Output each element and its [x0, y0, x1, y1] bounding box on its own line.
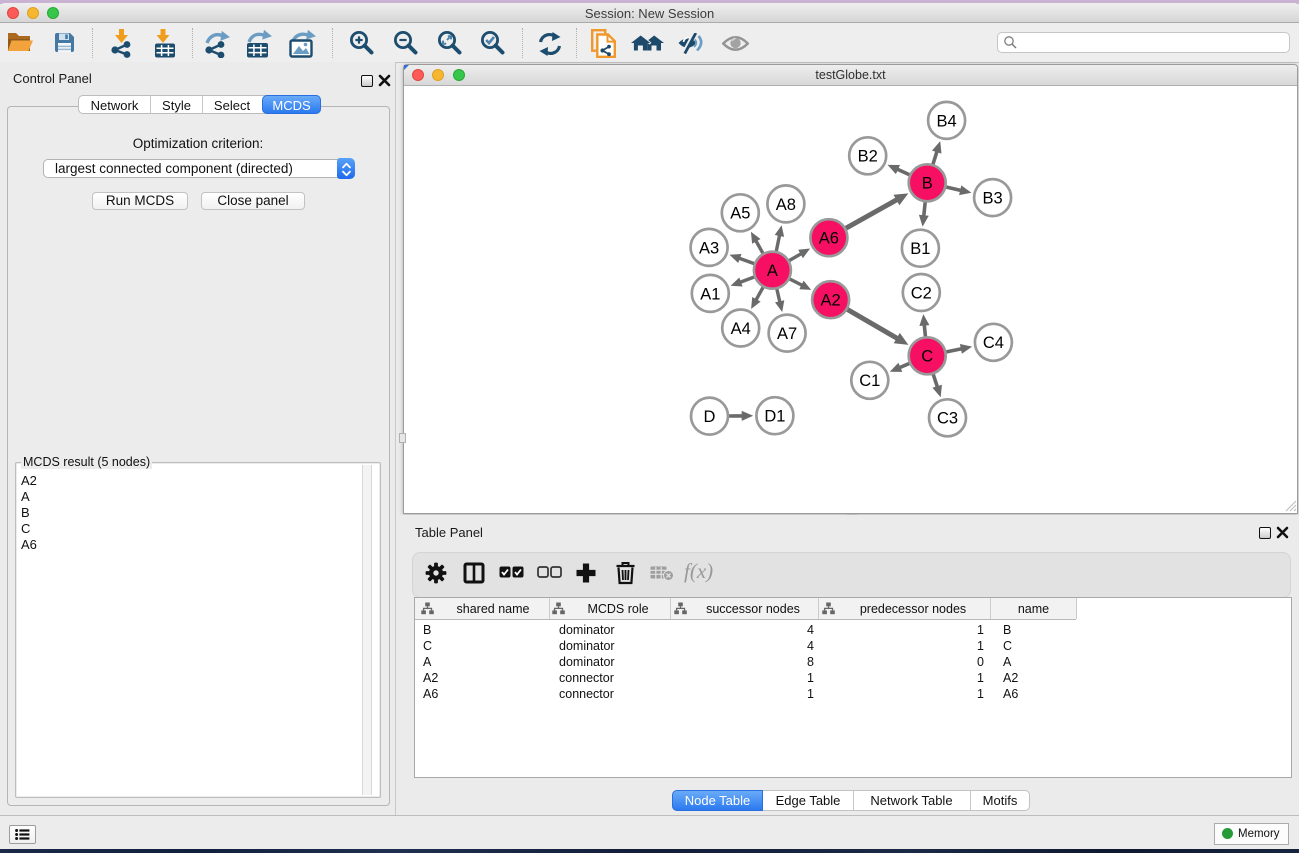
svg-text:B: B: [922, 175, 933, 193]
svg-text:A3: A3: [699, 239, 719, 257]
svg-text:D: D: [704, 408, 716, 426]
svg-text:D1: D1: [764, 408, 785, 426]
svg-text:A1: A1: [700, 285, 720, 303]
svg-text:A8: A8: [776, 196, 796, 214]
svg-text:C1: C1: [859, 372, 880, 390]
svg-text:C3: C3: [937, 410, 958, 428]
svg-text:A7: A7: [777, 325, 797, 343]
svg-text:A: A: [767, 262, 778, 280]
svg-text:C: C: [921, 348, 933, 366]
svg-text:B1: B1: [910, 240, 930, 258]
svg-text:A4: A4: [731, 320, 751, 338]
svg-text:A2: A2: [821, 292, 841, 310]
svg-text:C2: C2: [911, 284, 932, 302]
svg-text:A6: A6: [819, 230, 839, 248]
svg-text:A5: A5: [730, 205, 750, 223]
svg-text:B2: B2: [858, 148, 878, 166]
svg-text:B3: B3: [983, 190, 1003, 208]
svg-text:B4: B4: [937, 112, 957, 130]
svg-text:C4: C4: [983, 334, 1004, 352]
